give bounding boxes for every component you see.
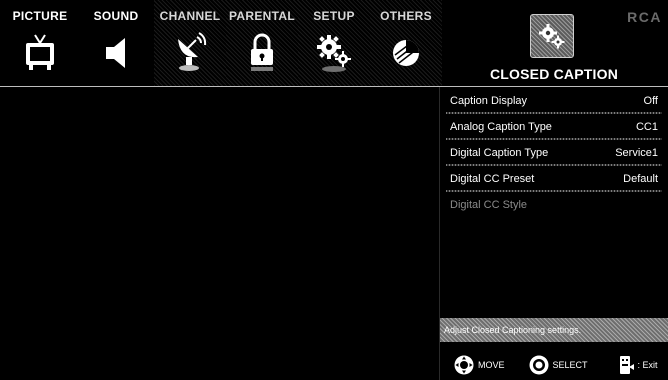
tab-label: OTHERS — [380, 9, 432, 23]
pie-icon — [386, 29, 426, 73]
setting-label: Analog Caption Type — [450, 121, 552, 133]
tab-label: PARENTAL — [229, 9, 295, 23]
tab-picture[interactable]: PICTURE — [4, 0, 76, 86]
setting-label: Digital CC Style — [450, 199, 528, 211]
tab-others[interactable]: OTHERS — [370, 0, 442, 86]
setting-analog-caption-type[interactable]: Analog Caption Type CC1 — [440, 114, 668, 140]
tv-icon — [20, 29, 60, 73]
legend-exit-label: : Exit — [637, 360, 658, 370]
brand-logo: RCA — [627, 9, 662, 25]
legend-move: MOVE — [454, 355, 505, 375]
legend-exit: : Exit — [618, 355, 658, 375]
setting-value: Service1 — [615, 147, 658, 159]
menu-header: RCA CLOSED CAPTION — [440, 0, 668, 86]
tab-setup[interactable]: SETUP — [298, 0, 370, 86]
legend-move-label: MOVE — [478, 360, 505, 370]
tab-label: SETUP — [313, 9, 355, 23]
help-text-box: Adjust Closed Captioning settings. — [440, 318, 668, 342]
tab-sound[interactable]: SOUND — [80, 0, 152, 86]
setting-label: Digital CC Preset — [450, 173, 535, 185]
help-text: Adjust Closed Captioning settings. — [444, 325, 582, 335]
remote-exit-icon — [618, 355, 636, 375]
setting-value: Off — [643, 95, 658, 107]
setting-digital-caption-type[interactable]: Digital Caption Type Service1 — [440, 140, 668, 166]
select-button-icon — [529, 355, 549, 375]
setting-label: Caption Display — [450, 95, 528, 107]
legend-select-label: SELECT — [552, 360, 588, 370]
setting-label: Digital Caption Type — [450, 147, 549, 159]
preview-area — [0, 87, 440, 380]
dpad-icon — [454, 355, 474, 375]
setting-digital-cc-preset[interactable]: Digital CC Preset Default — [440, 166, 668, 192]
setting-caption-display[interactable]: Caption Display Off — [440, 88, 668, 114]
tab-parental[interactable]: PARENTAL — [226, 0, 298, 86]
button-legend: MOVE SELECT : Exit — [440, 352, 668, 378]
gears-icon — [314, 29, 354, 73]
setting-value: Default — [623, 173, 658, 185]
gears-icon — [530, 14, 574, 58]
setting-digital-cc-style: Digital CC Style — [440, 192, 668, 218]
lock-icon — [242, 29, 282, 73]
settings-list: Caption Display Off Analog Caption Type … — [440, 88, 668, 218]
tab-label: PICTURE — [12, 9, 68, 23]
page-title: CLOSED CAPTION — [489, 66, 619, 82]
setting-value: CC1 — [635, 121, 658, 133]
tab-label: SOUND — [93, 9, 139, 23]
satellite-dish-icon — [170, 29, 210, 73]
tab-label: CHANNEL — [159, 9, 221, 23]
legend-select: SELECT — [529, 355, 588, 375]
main-menu-tabs: PICTURE SOUND CHANNEL PARENTAL SETUP OTH… — [0, 0, 442, 86]
speaker-icon — [96, 29, 136, 73]
tab-channel[interactable]: CHANNEL — [154, 0, 226, 86]
